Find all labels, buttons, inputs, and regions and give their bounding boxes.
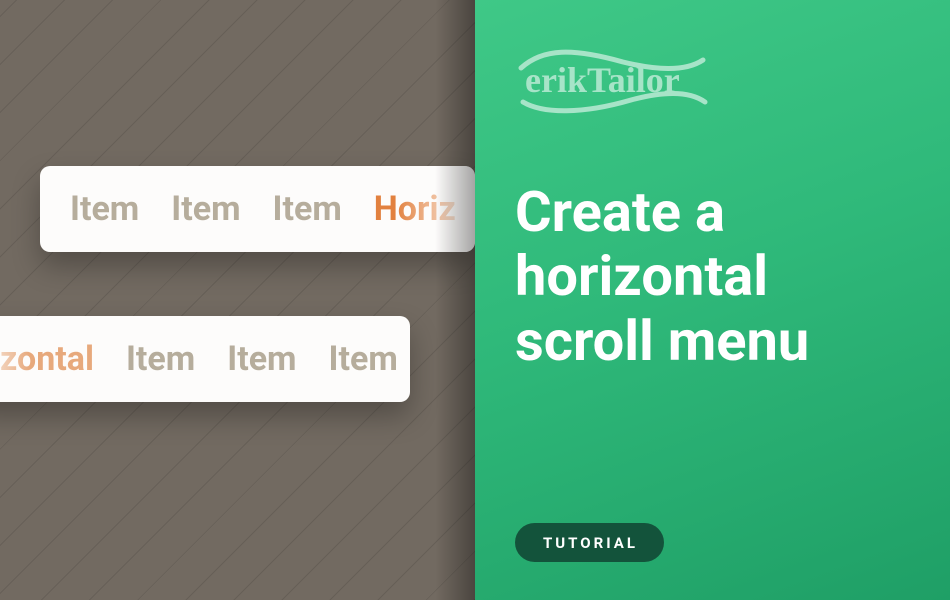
menu-item[interactable]: Item	[227, 339, 296, 379]
logo-icon: erikTailor	[513, 42, 713, 120]
menu-bar-bottom[interactable]: zontal Item Item Item	[0, 316, 410, 402]
brand-logo: erikTailor	[513, 42, 713, 124]
right-panel: erikTailor Create a horizontal scroll me…	[475, 0, 950, 600]
menu-item-active-partial[interactable]: zontal	[0, 339, 94, 379]
stage: Item Item Item Horiz zontal Item Item It…	[0, 0, 950, 600]
menu-item[interactable]: Item	[126, 339, 195, 379]
menu-item[interactable]: Item	[70, 189, 139, 229]
left-pattern-background	[0, 0, 475, 600]
menu-bar-top[interactable]: Item Item Item Horiz	[40, 166, 475, 252]
brand-name-text: erikTailor	[525, 60, 680, 100]
page-title: Create a horizontal scroll menu	[515, 180, 910, 373]
menu-item-active-partial[interactable]: Horiz	[374, 189, 456, 229]
menu-item[interactable]: Item	[171, 189, 240, 229]
menu-item[interactable]: Item	[273, 189, 342, 229]
menu-item[interactable]: Item	[329, 339, 398, 379]
category-badge: TUTORIAL	[515, 523, 664, 562]
